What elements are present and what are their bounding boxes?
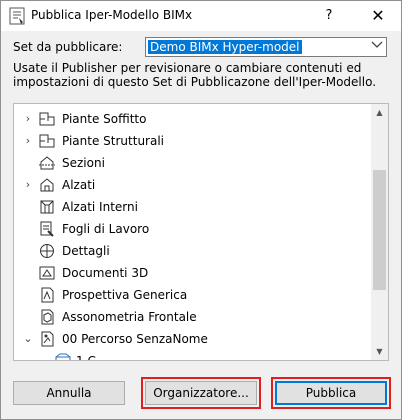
tree-item-camera[interactable]: 1 C — [14, 350, 372, 361]
publisher-set-dropdown[interactable]: Demo BIMx Hyper-model — [145, 37, 387, 57]
tree-item-label: 00 Percorso SenzaNome — [62, 332, 208, 346]
expand-arrow-icon[interactable]: › — [22, 108, 34, 130]
tree-item-percorso[interactable]: ⌄ 00 Percorso SenzaNome — [14, 328, 372, 350]
tree-item-label: Assonometria Frontale — [62, 310, 197, 324]
path-icon — [41, 331, 54, 347]
title-bar: Pubblica Iper-Modello BIMx ? ✕ — [1, 1, 401, 31]
window-title: Pubblica Iper-Modello BIMx — [31, 8, 193, 22]
axonometry-icon — [41, 309, 54, 325]
publisher-set-label: Set da pubblicare: — [13, 40, 123, 54]
tree-item-label: Piante Soffitto — [62, 112, 147, 126]
tree-item-label: Alzati Interni — [62, 200, 138, 214]
tree-item-documenti-3d[interactable]: Documenti 3D — [14, 262, 372, 284]
scroll-up-icon[interactable]: ▲ — [371, 104, 388, 121]
floor-plan-icon — [39, 134, 55, 148]
expand-arrow-icon[interactable]: ⌄ — [22, 328, 34, 350]
tree-item-prospettiva-generica[interactable]: Prospettiva Generica — [14, 284, 372, 306]
tree-rows: › Piante Soffitto › Piante Strutturali S… — [14, 108, 372, 361]
tree-item-sezioni[interactable]: Sezioni — [14, 152, 372, 174]
dialog-description: Usate il Publisher per revisionare o cam… — [13, 61, 377, 89]
tree-item-assonometria-frontale[interactable]: Assonometria Frontale — [14, 306, 372, 328]
tree-item-label: Prospettiva Generica — [62, 288, 188, 302]
tree-item-label: Fogli di Lavoro — [62, 222, 150, 236]
bimx-app-icon — [9, 7, 25, 25]
interior-elevation-icon — [40, 200, 54, 214]
publish-dialog: Pubblica Iper-Modello BIMx ? ✕ Set da pu… — [0, 0, 402, 420]
tree-item-label: Dettagli — [62, 244, 110, 258]
publish-button[interactable]: Pubblica — [275, 381, 387, 405]
tree-item-piante-strutturali[interactable]: › Piante Strutturali — [14, 130, 372, 152]
tree-item-label: Piante Strutturali — [62, 134, 164, 148]
cancel-button[interactable]: Annulla — [13, 381, 125, 405]
elevation-icon — [40, 178, 54, 192]
scroll-down-icon[interactable]: ▼ — [371, 343, 388, 360]
expand-arrow-icon[interactable]: › — [22, 174, 34, 196]
tree-item-dettagli[interactable]: Dettagli — [14, 240, 372, 262]
organizer-button[interactable]: Organizzatore... — [145, 381, 257, 405]
vertical-scrollbar[interactable]: ▲ ▼ — [371, 104, 388, 360]
tree-item-fogli-di-lavoro[interactable]: Fogli di Lavoro — [14, 218, 372, 240]
detail-icon — [40, 244, 54, 258]
tree-item-alzati[interactable]: › Alzati — [14, 174, 372, 196]
help-button[interactable]: ? — [307, 1, 351, 31]
scrollbar-thumb[interactable] — [373, 170, 386, 290]
view-tree[interactable]: › Piante Soffitto › Piante Strutturali S… — [13, 103, 389, 361]
tree-item-label: Documenti 3D — [62, 266, 149, 280]
expand-arrow-icon[interactable]: › — [22, 130, 34, 152]
tree-item-label: Alzati — [62, 178, 96, 192]
perspective-icon — [41, 287, 54, 303]
worksheet-icon — [40, 221, 54, 237]
tree-item-piante-soffitto[interactable]: › Piante Soffitto — [14, 108, 372, 130]
chevron-down-icon[interactable] — [368, 38, 386, 56]
floor-plan-icon — [39, 112, 55, 126]
section-icon — [39, 156, 55, 170]
tree-item-label: 1 C — [76, 354, 96, 361]
tree-item-alzati-interni[interactable]: Alzati Interni — [14, 196, 372, 218]
publisher-set-value: Demo BIMx Hyper-model — [148, 40, 302, 54]
3d-document-icon — [39, 266, 55, 280]
close-button[interactable]: ✕ — [355, 1, 401, 31]
tree-item-label: Sezioni — [62, 156, 105, 170]
camera-icon — [55, 353, 71, 360]
